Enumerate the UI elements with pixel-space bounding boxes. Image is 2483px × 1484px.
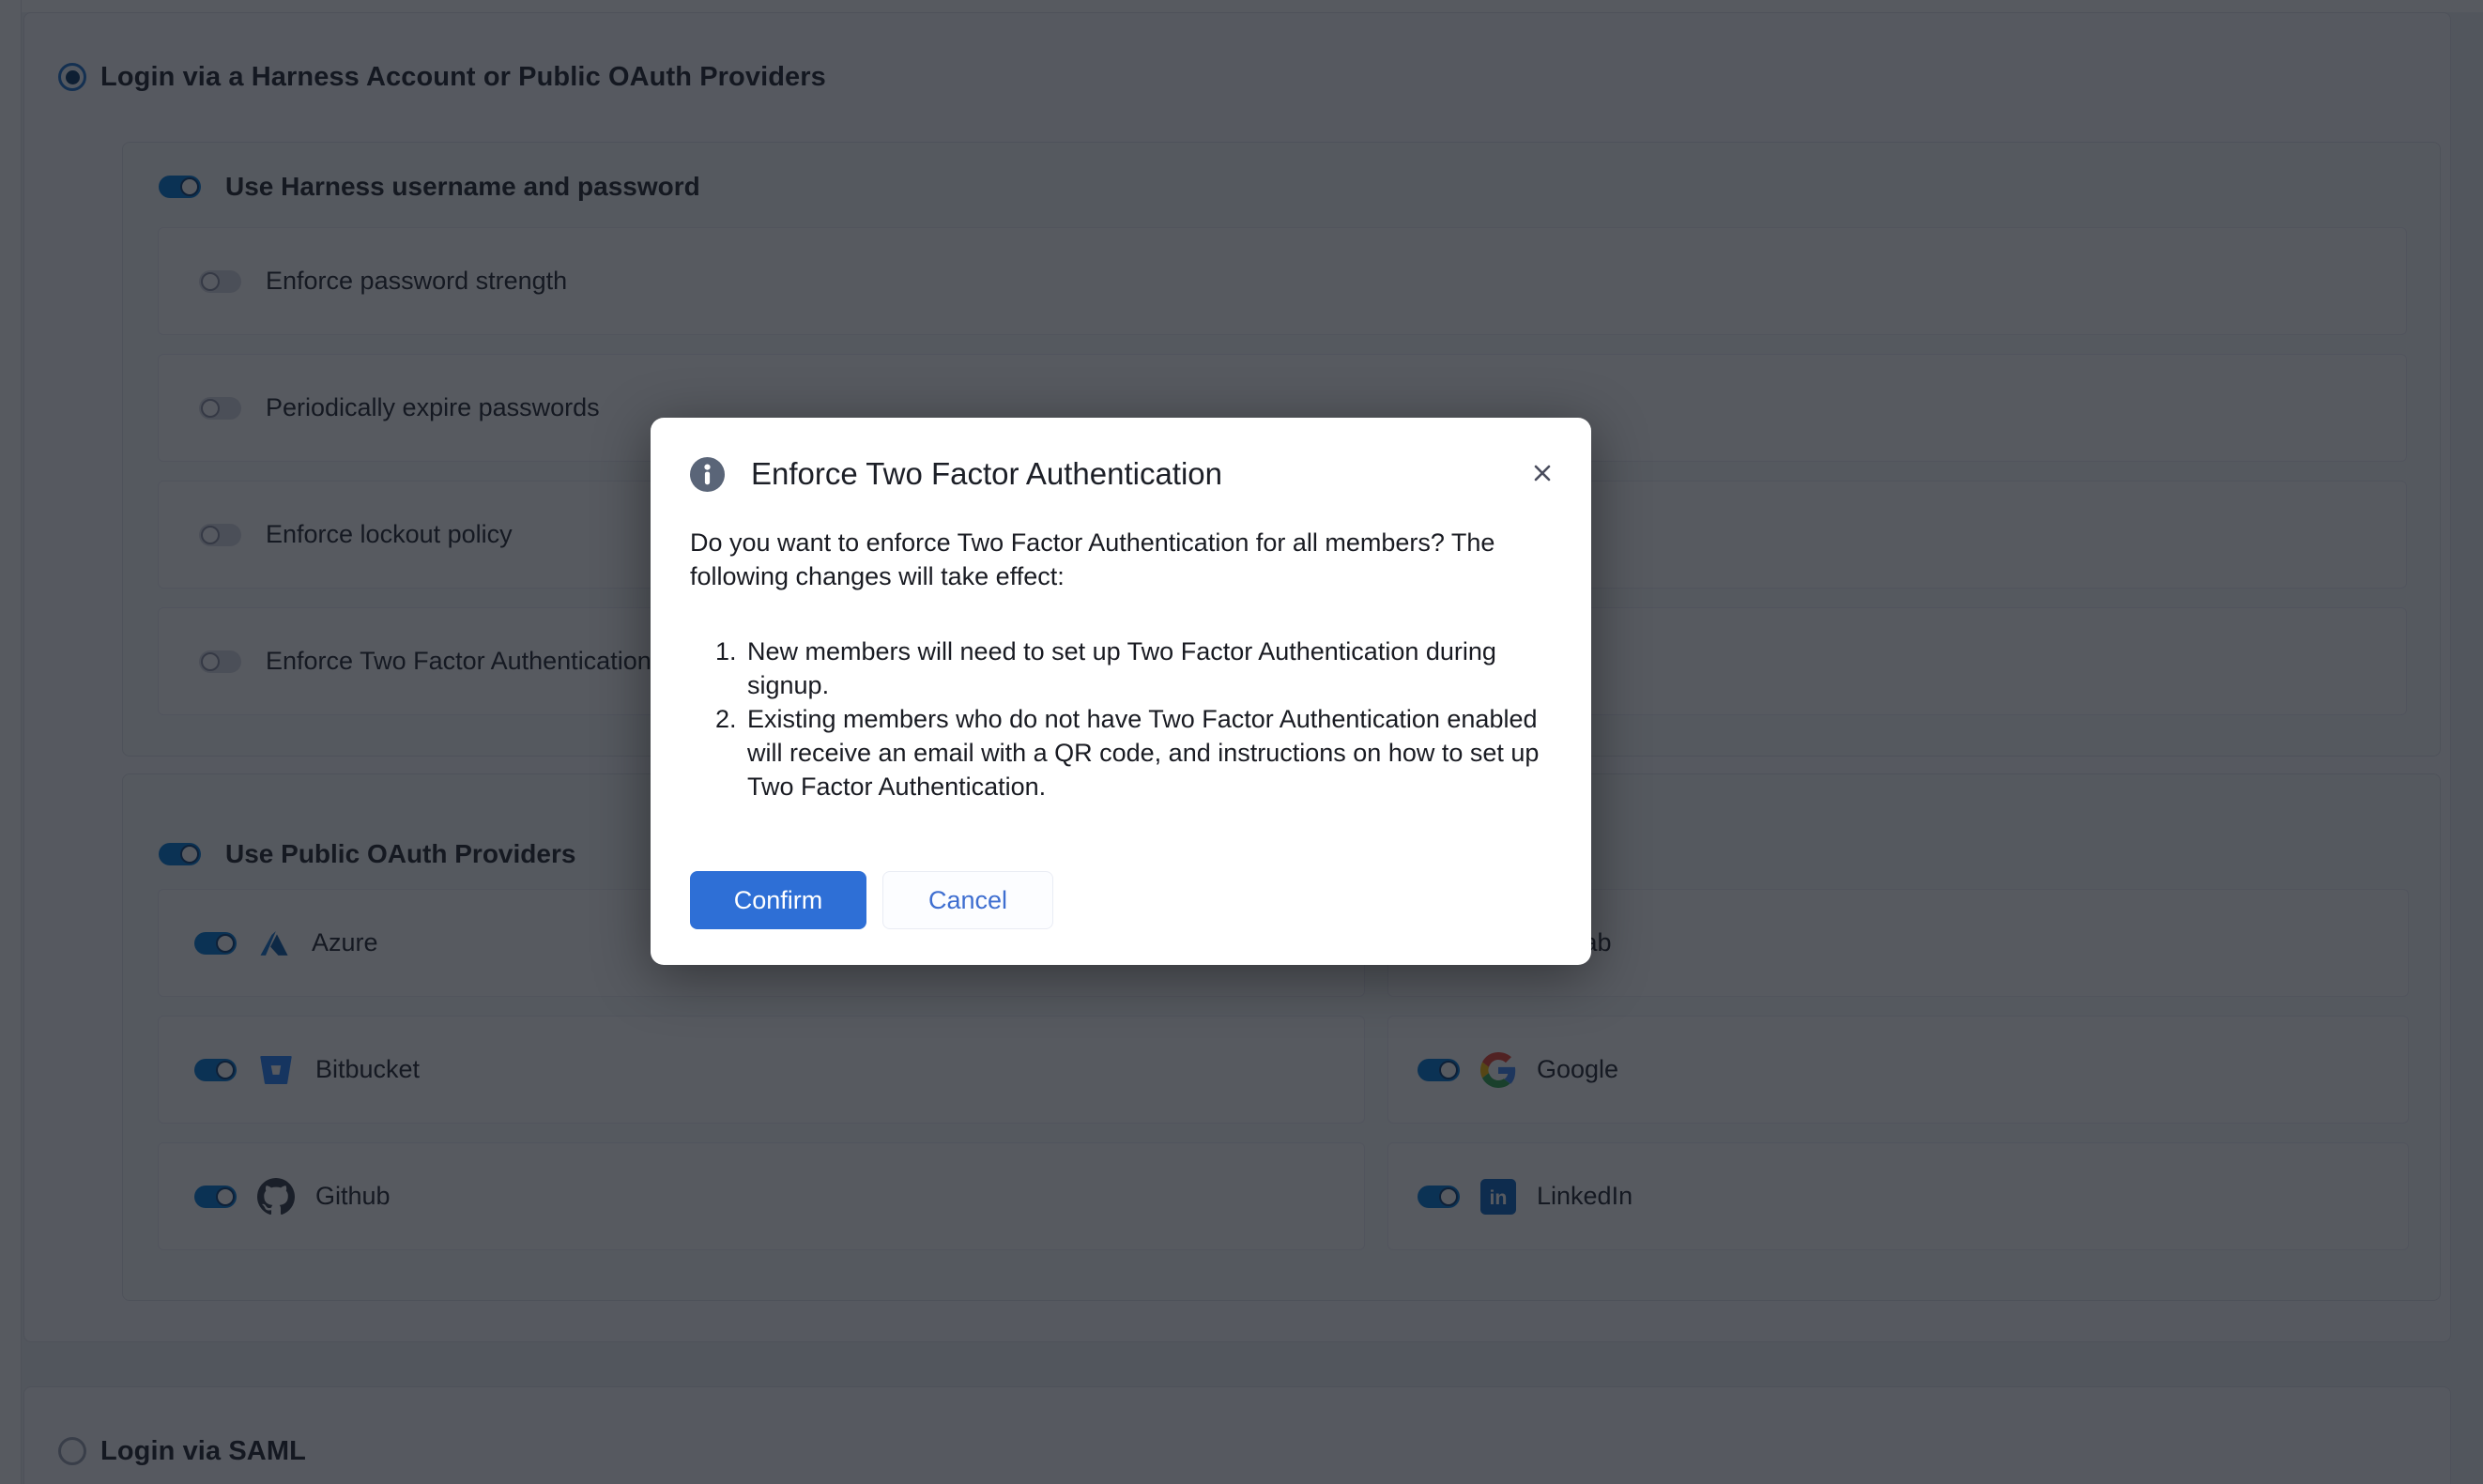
info-icon xyxy=(690,457,725,492)
list-item: Existing members who do not have Two Fac… xyxy=(743,702,1558,803)
dialog-header: Enforce Two Factor Authentication xyxy=(690,455,1561,493)
dialog-footer: Confirm Cancel xyxy=(690,871,1053,929)
authentication-settings-screen: Login via a Harness Account or Public OA… xyxy=(0,0,2483,1484)
close-button[interactable] xyxy=(1524,455,1561,493)
list-item: New members will need to set up Two Fact… xyxy=(743,635,1558,702)
dialog-change-list: New members will need to set up Two Fact… xyxy=(690,635,1558,803)
cancel-button[interactable]: Cancel xyxy=(882,871,1053,929)
enforce-2fa-dialog: Enforce Two Factor Authentication Do you… xyxy=(651,418,1591,965)
confirm-button[interactable]: Confirm xyxy=(690,871,866,929)
dialog-intro-text: Do you want to enforce Two Factor Authen… xyxy=(690,526,1499,593)
dialog-body: Do you want to enforce Two Factor Authen… xyxy=(690,526,1558,803)
dialog-title: Enforce Two Factor Authentication xyxy=(751,456,1222,492)
close-icon xyxy=(1528,459,1556,490)
